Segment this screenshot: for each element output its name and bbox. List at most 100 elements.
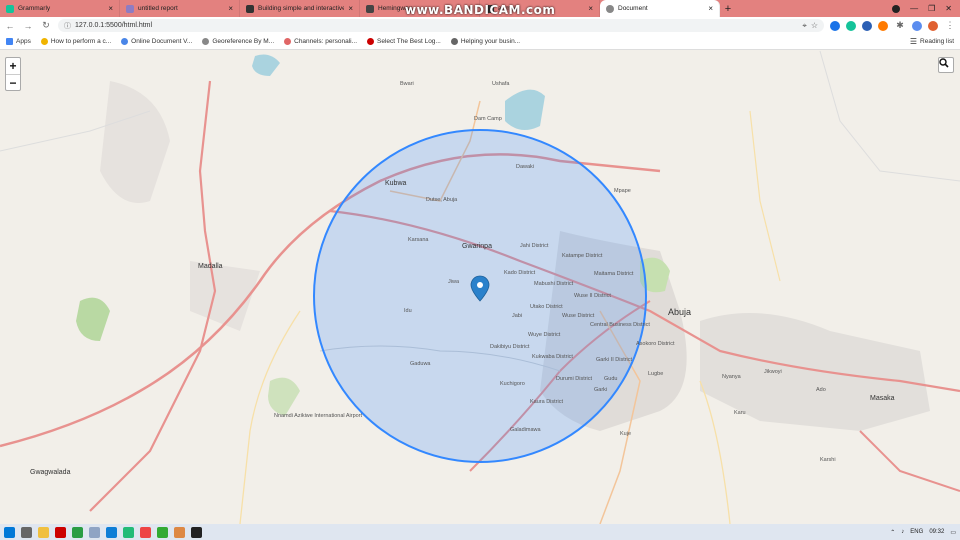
record-icon[interactable] [892, 4, 901, 13]
profile-icon[interactable] [912, 20, 922, 31]
tab-title: Building simple and interactive m [258, 5, 345, 12]
app-icon[interactable] [89, 526, 100, 538]
bookmark-item[interactable]: Online Document V... [121, 38, 192, 45]
github-icon [246, 4, 254, 13]
bookmark-item[interactable]: Helping your busin... [450, 38, 520, 45]
place-label: Utako District [530, 304, 563, 310]
system-tray: ⌃ ♪ ENG 09:32 ▭ [890, 524, 956, 540]
close-icon[interactable]: × [228, 4, 233, 13]
zoom-out-button[interactable]: − [6, 74, 20, 90]
place-label: Karu [734, 410, 746, 416]
new-tab-button[interactable]: + [720, 0, 736, 17]
zoom-in-button[interactable]: + [6, 58, 20, 74]
place-label: Nnamdi Azikiwe International Airport [274, 413, 363, 419]
minimize-icon[interactable]: — [910, 4, 918, 13]
place-label: Kado District [504, 270, 536, 276]
info-icon[interactable]: ⓘ [64, 21, 71, 31]
place-label: Dawaki [516, 164, 535, 170]
bookmark-favicon-icon [202, 38, 210, 45]
place-label: Nyanya [722, 374, 741, 380]
place-label: Dam Camp [474, 116, 502, 122]
bookmark-item[interactable]: How to perform a c... [40, 38, 111, 45]
grammarly-icon [6, 4, 14, 13]
tab-building-maps[interactable]: Building simple and interactive m × [240, 0, 360, 17]
close-icon[interactable]: × [708, 4, 713, 13]
forward-icon[interactable]: → [22, 20, 34, 32]
tab-title: untitled report [138, 5, 178, 12]
tab-untitled-report[interactable]: untitled report × [120, 0, 240, 17]
place-label: Gaduwa [410, 361, 431, 367]
place-label: Ado [816, 387, 826, 393]
place-label: Karshi [820, 457, 836, 463]
globe-icon [606, 4, 614, 13]
url-input[interactable]: ⓘ 127.0.0.1:5500/html.html ⌖ ☆ [58, 19, 824, 32]
notification-icon[interactable]: ▭ [950, 529, 956, 536]
location-icon[interactable]: ⌖ [802, 21, 807, 31]
app-icon[interactable] [55, 526, 66, 538]
city-label: Madalla [198, 263, 223, 270]
file-explorer-icon[interactable] [38, 526, 49, 538]
bookmark-item[interactable]: Georeference By M... [202, 38, 274, 45]
puzzle-icon[interactable]: ✱ [894, 20, 906, 32]
vscode-icon[interactable] [106, 526, 117, 538]
language-indicator[interactable]: ENG [910, 529, 923, 535]
place-label: Dakibiyu District [490, 344, 530, 350]
recorder-extension-icon[interactable] [878, 20, 888, 31]
app-icon[interactable] [72, 526, 83, 538]
place-label: Idu [404, 308, 412, 314]
place-label: Kaura District [530, 399, 564, 405]
city-label: Gwagwalada [30, 469, 71, 476]
map-search-button[interactable] [938, 57, 954, 73]
recording-watermark: www.BANDICAM.com [405, 3, 556, 17]
menu-icon[interactable]: ⋮ [944, 20, 956, 32]
extension-icon[interactable] [830, 20, 840, 31]
bookmark-apps[interactable]: Apps [6, 38, 31, 45]
search-icon [939, 58, 949, 68]
place-label: Kuchigoro [500, 381, 525, 387]
maximize-icon[interactable]: ❐ [928, 4, 935, 13]
app-icon[interactable] [140, 526, 151, 538]
zoom-control: + − [5, 57, 21, 91]
bookmark-item[interactable]: Select The Best Log... [367, 38, 441, 45]
place-label: Jabi [512, 313, 523, 319]
app-icon[interactable] [174, 526, 185, 538]
vpn-extension-icon[interactable] [862, 20, 872, 31]
report-icon [126, 4, 134, 13]
app-icon[interactable] [123, 526, 134, 538]
url-text: 127.0.0.1:5500/html.html [75, 22, 153, 29]
place-label: Jiwa [448, 279, 460, 285]
account-avatar-icon[interactable] [928, 20, 938, 31]
tab-document[interactable]: Document × [600, 0, 720, 17]
place-label: Wuse II District [574, 293, 611, 299]
record-app-icon[interactable] [191, 526, 202, 538]
tab-grammarly[interactable]: Grammarly × [0, 0, 120, 17]
reading-list-button[interactable]: ☰ Reading list [910, 37, 954, 46]
close-icon[interactable]: × [348, 4, 353, 13]
close-window-icon[interactable]: ✕ [945, 4, 952, 13]
reload-icon[interactable]: ↻ [40, 20, 52, 32]
place-label: Kukwaba District [532, 354, 573, 360]
city-label: Kubwa [385, 180, 407, 187]
bookmark-star-icon[interactable]: ☆ [811, 21, 818, 30]
place-label: Lugbe [648, 371, 664, 377]
task-view-icon[interactable] [21, 526, 32, 538]
city-label: Masaka [870, 395, 895, 402]
close-icon[interactable]: × [588, 4, 593, 13]
back-icon[interactable]: ← [4, 20, 16, 32]
start-icon[interactable] [4, 526, 15, 538]
place-label: Kuje [620, 431, 632, 437]
chrome-icon[interactable] [157, 526, 168, 538]
windows-taskbar: ⌃ ♪ ENG 09:32 ▭ [0, 524, 960, 540]
clock[interactable]: 09:32 [929, 529, 944, 535]
map-container[interactable]: + − Abuja Gwarinpa Kubwa Madalla Masaka … [0, 51, 960, 524]
tab-title: Document [618, 5, 648, 12]
bookmark-favicon-icon [40, 38, 48, 45]
place-label: Garki [594, 387, 608, 393]
tray-arrow-icon[interactable]: ⌃ [890, 529, 895, 536]
window-controls: — ❐ ✕ [892, 0, 960, 17]
place-label: Durumi District [556, 376, 593, 382]
close-icon[interactable]: × [108, 4, 113, 13]
bookmark-item[interactable]: Channels: personali... [284, 38, 357, 45]
grammarly-extension-icon[interactable] [846, 20, 856, 31]
volume-icon[interactable]: ♪ [901, 529, 904, 535]
